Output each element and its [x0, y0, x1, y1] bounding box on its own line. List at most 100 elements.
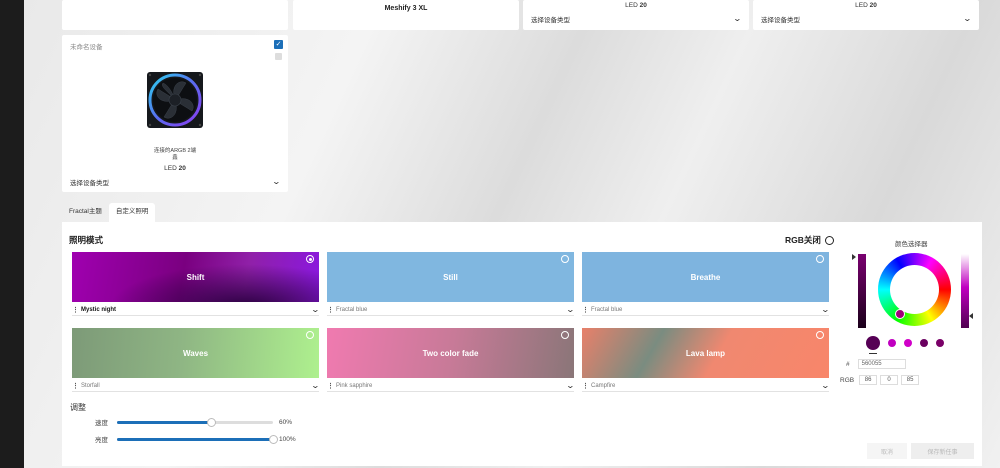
- tab-custom-lighting[interactable]: 自定义照明: [108, 203, 156, 223]
- speed-label: 速度: [95, 420, 108, 427]
- rgb-row: RGB 86 0 85: [840, 375, 920, 385]
- fan-icon: [147, 72, 203, 128]
- more-icon: ⋮: [582, 382, 589, 390]
- rgb-label: RGB: [840, 376, 855, 384]
- mode-preview: Two color fade: [327, 328, 574, 378]
- speed-value: 60%: [279, 418, 293, 426]
- chevron-down-icon: ⌄: [820, 304, 831, 314]
- led-count: LED 20: [625, 2, 647, 9]
- cancel-button[interactable]: 取消: [867, 443, 907, 459]
- chevron-down-icon: ⌄: [962, 14, 973, 23]
- mode-radio[interactable]: [816, 331, 824, 339]
- mode-preset-select[interactable]: ⋮ Campfire ⌄: [582, 380, 831, 392]
- speed-slider-row: 速度 60%: [95, 417, 292, 427]
- brightness-label: 亮度: [95, 437, 108, 444]
- brightness-slider-thumb[interactable]: [269, 434, 278, 444]
- saturation-bar[interactable]: [961, 254, 969, 328]
- brightness-slider-row: 亮度 100%: [95, 434, 296, 444]
- swatch-selected[interactable]: [866, 336, 880, 350]
- mode-preset-select[interactable]: ⋮ Pink sapphire ⌄: [327, 380, 576, 392]
- more-icon: ⋮: [327, 306, 334, 314]
- mode-preset-select[interactable]: ⋮ Storfall ⌄: [72, 380, 321, 392]
- device-checkbox[interactable]: ✓: [274, 40, 283, 49]
- rgb-off-toggle[interactable]: RGB关闭: [785, 234, 834, 246]
- mode-radio[interactable]: [816, 255, 824, 263]
- brightness-slider-fill: [117, 437, 273, 441]
- swatch[interactable]: [936, 339, 944, 347]
- led-count: LED 20: [855, 2, 877, 9]
- speed-slider-fill: [117, 420, 211, 424]
- mode-preset-select[interactable]: ⋮ Fractal blue ⌄: [582, 304, 831, 316]
- mode-preview: Breathe: [582, 252, 829, 302]
- unnamed-device-card[interactable]: 未命名设备 ✓ 连接的ARGB 2端 鑫 LED 20 选择设备类型 ⌄: [62, 35, 288, 192]
- speed-slider[interactable]: [117, 417, 273, 427]
- mode-name: Shift: [186, 272, 205, 282]
- device-type-select[interactable]: 选择设备类型 ⌄: [531, 14, 743, 25]
- selected-swatch-underline: [869, 353, 877, 354]
- mode-tile-lava-lamp[interactable]: Lava lamp ⋮ Campfire ⌄: [582, 328, 831, 392]
- color-wheel-handle[interactable]: [895, 309, 905, 319]
- device-card-meshify[interactable]: Meshify 3 XL: [293, 0, 519, 30]
- chevron-down-icon: ⌄: [565, 304, 576, 314]
- speed-slider-thumb[interactable]: [206, 417, 216, 427]
- swatch[interactable]: [888, 339, 896, 347]
- mode-radio[interactable]: [306, 331, 314, 339]
- mode-tile-breathe[interactable]: Breathe ⋮ Fractal blue ⌄: [582, 252, 831, 316]
- mode-preview: Lava lamp: [582, 328, 829, 378]
- green-input[interactable]: 0: [880, 375, 899, 385]
- mode-name: Still: [443, 272, 458, 282]
- color-picker-title: 颜色选择器: [895, 241, 928, 248]
- hex-label: #: [846, 360, 850, 368]
- brightness-slider[interactable]: [117, 434, 278, 444]
- brightness-bar[interactable]: [858, 254, 866, 328]
- more-icon: ⋮: [72, 382, 79, 390]
- hex-input[interactable]: 560055: [857, 359, 906, 369]
- device-card-title: Meshify 3 XL: [384, 5, 428, 12]
- save-button[interactable]: 保存新任事: [911, 443, 974, 459]
- mode-tile-shift[interactable]: Shift ⋮ Mystic night ⌄: [72, 252, 320, 316]
- brightness-bar-marker[interactable]: [852, 254, 856, 260]
- mode-tile-waves[interactable]: Waves ⋮ Storfall ⌄: [72, 328, 321, 392]
- device-type-select[interactable]: 选择设备类型 ⌄: [761, 14, 973, 25]
- mode-name: Two color fade: [422, 348, 479, 358]
- red-input[interactable]: 86: [859, 375, 878, 385]
- device-settings-icon[interactable]: [275, 53, 282, 60]
- mode-preset-select[interactable]: ⋮ Fractal blue ⌄: [327, 304, 576, 316]
- device-card[interactable]: LED 20 选择设备类型 ⌄: [523, 0, 749, 30]
- chevron-down-icon: ⌄: [565, 380, 576, 390]
- swatch[interactable]: [920, 339, 928, 347]
- device-type-select[interactable]: 选择设备类型 ⌄: [70, 177, 281, 188]
- device-card[interactable]: [62, 0, 288, 30]
- swatch[interactable]: [904, 339, 912, 347]
- color-swatches: [866, 336, 944, 350]
- more-icon: ⋮: [327, 382, 334, 390]
- led-count: LED 20: [164, 165, 186, 172]
- mode-name: Breathe: [690, 272, 721, 282]
- device-card[interactable]: LED 20 选择设备类型 ⌄: [753, 0, 979, 30]
- mode-radio[interactable]: [561, 331, 569, 339]
- device-name: 未命名设备: [70, 44, 103, 51]
- mode-tile-still[interactable]: Still ⋮ Fractal blue ⌄: [327, 252, 576, 316]
- more-icon: ⋮: [72, 306, 79, 314]
- mode-preview: Shift: [72, 252, 319, 302]
- color-wheel-center: [890, 265, 939, 314]
- mode-radio[interactable]: [306, 255, 314, 263]
- saturation-bar-marker[interactable]: [969, 313, 973, 319]
- lighting-tabs: Fractal主题 自定义照明: [62, 203, 156, 223]
- mode-name: Lava lamp: [685, 348, 726, 358]
- color-wheel[interactable]: [878, 253, 951, 326]
- mode-preset-select[interactable]: ⋮ Mystic night ⌄: [72, 304, 320, 316]
- lighting-mode-title: 照明模式: [69, 235, 104, 245]
- adjust-title: 调整: [70, 403, 86, 412]
- more-icon: ⋮: [582, 306, 589, 314]
- chevron-down-icon: ⌄: [820, 380, 831, 390]
- mode-radio[interactable]: [561, 255, 569, 263]
- blue-input[interactable]: 85: [901, 375, 920, 385]
- mode-tile-two-color-fade[interactable]: Two color fade ⋮ Pink sapphire ⌄: [327, 328, 576, 392]
- hex-row: # 560055: [846, 359, 906, 369]
- app-sidebar: [0, 0, 24, 468]
- toggle-circle-icon: [824, 235, 834, 245]
- chevron-down-icon: ⌄: [732, 14, 743, 23]
- chevron-down-icon: ⌄: [310, 380, 321, 390]
- tab-fractal-theme[interactable]: Fractal主题: [62, 203, 109, 223]
